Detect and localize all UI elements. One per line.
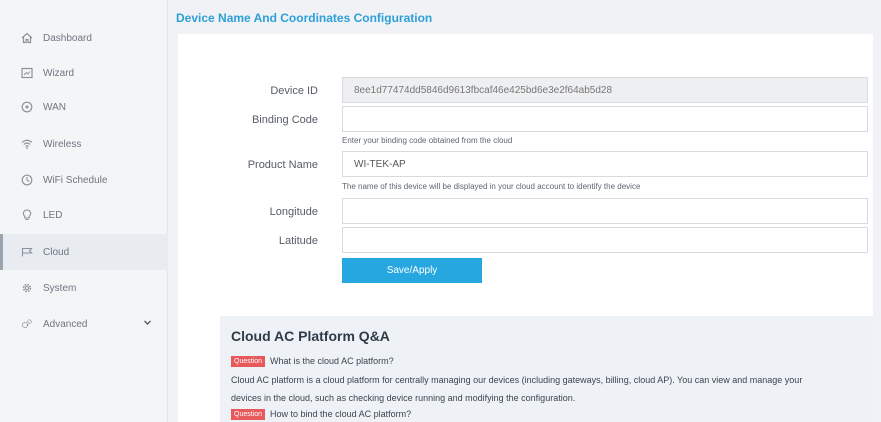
binding-code-help: Enter your binding code obtained from th… [342, 136, 513, 145]
gear-icon [20, 281, 34, 295]
sidebar-item-advanced[interactable]: Advanced [0, 306, 168, 342]
product-name-label: Product Name [247, 159, 318, 171]
sidebar-item-label: Wizard [43, 67, 75, 79]
clock-icon [20, 173, 34, 187]
page-title: Device Name And Coordinates Configuratio… [176, 11, 433, 25]
sidebar-item-dashboard[interactable]: Dashboard [0, 20, 168, 56]
sidebar-item-label: LED [43, 209, 63, 221]
device-id-label: Device ID [270, 85, 318, 97]
question-badge: Question [231, 409, 266, 420]
qa-section: Cloud AC Platform Q&A Question What is th… [220, 316, 873, 422]
question-row: Question What is the cloud AC platform? [231, 356, 394, 367]
question-text: How to bind the cloud AC platform? [270, 409, 412, 419]
question-badge: Question [231, 356, 266, 367]
wizard-icon [20, 66, 34, 80]
question-text: What is the cloud AC platform? [270, 356, 394, 366]
dashboard-icon [20, 31, 34, 45]
sidebar-item-led[interactable]: LED [0, 197, 168, 233]
sidebar-item-cloud[interactable]: Cloud [0, 234, 168, 270]
latitude-input[interactable] [342, 227, 868, 253]
sidebar-item-label: Dashboard [43, 32, 92, 44]
qa-title: Cloud AC Platform Q&A [231, 328, 390, 344]
save-apply-button[interactable]: Save/Apply [342, 258, 482, 283]
cloud-icon [20, 245, 34, 259]
sidebar: Dashboard Wizard WAN Wireless WiFi Sched… [0, 0, 168, 422]
chevron-down-icon[interactable] [143, 318, 152, 330]
sidebar-item-wan[interactable]: WAN [0, 89, 168, 125]
sidebar-item-label: WiFi Schedule [43, 174, 108, 186]
sidebar-item-wireless[interactable]: Wireless [0, 126, 168, 162]
sidebar-item-label: Cloud [43, 246, 70, 258]
product-name-help: The name of this device will be displaye… [342, 182, 641, 191]
sidebar-item-label: Wireless [43, 138, 82, 150]
wan-icon [20, 100, 34, 114]
config-panel: Device ID 8ee1d77474dd5846d9613fbcaf46e4… [178, 34, 873, 422]
answer-text: Cloud AC platform is a cloud platform fo… [231, 375, 803, 385]
main-content: Device Name And Coordinates Configuratio… [172, 0, 881, 422]
sidebar-item-label: System [43, 282, 77, 294]
longitude-label: Longitude [269, 206, 318, 218]
sidebar-item-label: Advanced [43, 318, 88, 330]
product-name-input[interactable]: WI-TEK-AP [342, 151, 868, 177]
longitude-input[interactable] [342, 198, 868, 224]
advanced-icon [20, 317, 34, 331]
binding-code-input[interactable] [342, 106, 868, 132]
answer-text: devices in the cloud, such as checking d… [231, 393, 576, 403]
sidebar-item-label: WAN [43, 101, 66, 113]
sidebar-item-wizard[interactable]: Wizard [0, 55, 168, 91]
device-id-field: 8ee1d77474dd5846d9613fbcaf46e425bd6e3e2f… [342, 77, 868, 103]
sidebar-item-wifi-schedule[interactable]: WiFi Schedule [0, 162, 168, 198]
binding-code-label: Binding Code [251, 114, 318, 126]
question-row: Question How to bind the cloud AC platfor… [231, 409, 411, 420]
sidebar-item-system[interactable]: System [0, 270, 168, 306]
wireless-icon [20, 137, 34, 151]
latitude-label: Latitude [278, 235, 318, 247]
led-icon [20, 208, 34, 222]
